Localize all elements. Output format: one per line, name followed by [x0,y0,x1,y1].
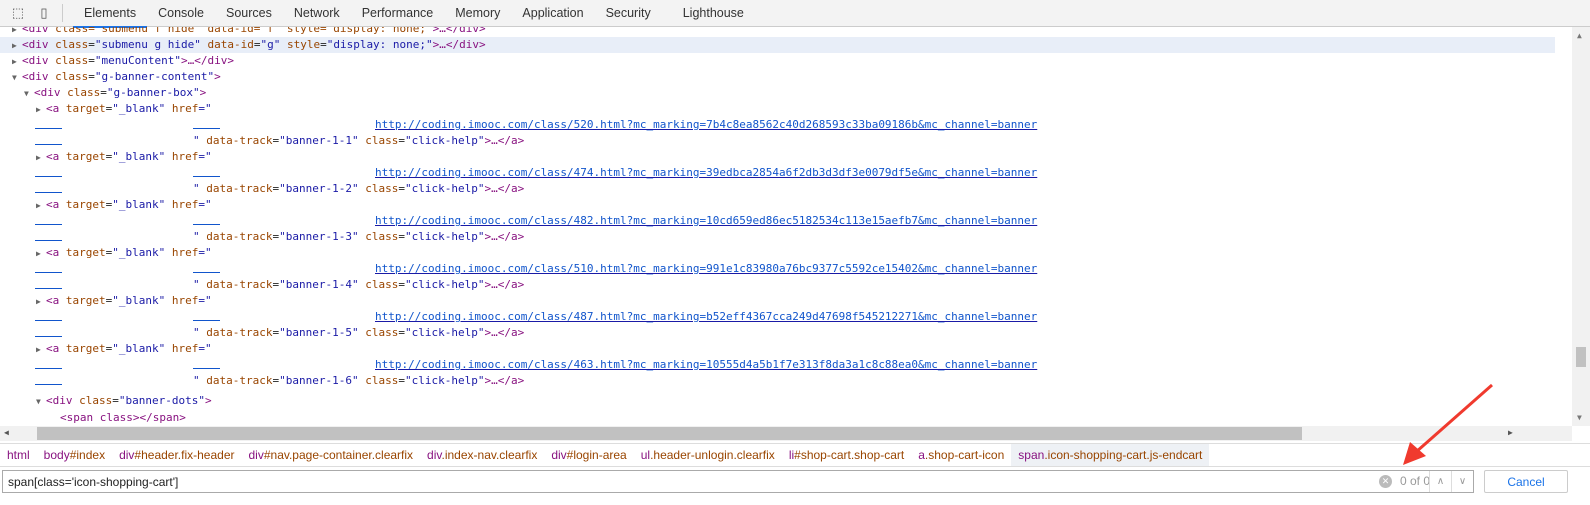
divider [62,4,63,22]
breadcrumb-item[interactable]: span.icon-shopping-cart.js-endcart [1011,444,1210,466]
horizontal-scrollbar[interactable]: ◀ ▶ [0,426,1572,441]
expand-triangle-icon[interactable]: ▶ [36,150,46,166]
breadcrumb-item[interactable]: div#nav.page-container.clearfix [242,444,421,466]
collapse-triangle-icon[interactable]: ▼ [12,70,22,86]
scroll-left-icon[interactable]: ◀ [4,428,9,437]
href-link[interactable]: http://coding.imooc.com/class/482.html?m… [375,213,1037,229]
breadcrumb-item[interactable]: a.shop-cart-icon [911,444,1011,466]
dom-node-submenu-f[interactable]: ▶ <div class="submenu f hide" data-id="f"… [12,27,486,37]
expand-triangle-icon[interactable]: ▶ [36,342,46,358]
href-link[interactable]: http://coding.imooc.com/class/510.html?m… [375,261,1037,277]
breadcrumb-item[interactable]: li#shop-cart.shop-cart [782,444,911,466]
tab-lighthouse[interactable]: Lighthouse [672,0,755,27]
expand-triangle-icon[interactable]: ▶ [12,54,22,70]
dom-node-anchor[interactable]: ▶ <a target="_blank" href=" [36,293,212,309]
href-link[interactable]: http://coding.imooc.com/class/463.html?m… [375,357,1037,373]
tab-elements[interactable]: Elements [73,0,148,28]
expand-triangle-icon[interactable]: ▶ [12,38,22,54]
scroll-up-icon[interactable]: ▲ [1577,31,1582,40]
expand-triangle-icon[interactable]: ▶ [36,246,46,262]
dom-node-menucontent[interactable]: ▶ <div class="menuContent">…</div> [12,53,234,69]
tab-sources[interactable]: Sources [215,0,283,27]
dom-node-g-banner-box[interactable]: ▼ <div class="g-banner-box"> [24,85,206,101]
dom-node-anchor[interactable]: ▶ <a target="_blank" href=" [36,101,212,117]
next-match-button[interactable]: ∨ [1451,471,1473,492]
clear-search-icon[interactable]: ✕ [1379,475,1392,488]
search-input[interactable] [3,471,1363,492]
scroll-right-icon[interactable]: ▶ [1508,428,1513,437]
tab-application[interactable]: Application [511,0,594,27]
tab-security[interactable]: Security [595,0,662,27]
breadcrumb-item[interactable]: ul.header-unlogin.clearfix [634,444,782,466]
devtools-toolbar: ⬚ ▯ Elements Console Sources Network Per… [0,0,1590,28]
breadcrumb: html body#index div#header.fix-header div#n… [0,443,1590,467]
expand-triangle-icon[interactable]: ▶ [36,198,46,214]
dom-node-g-banner-content[interactable]: ▼ <div class="g-banner-content"> [12,69,221,85]
vertical-scrollbar[interactable]: ▲ ▼ [1572,27,1590,426]
collapse-triangle-icon[interactable]: ▼ [24,86,34,102]
dom-node-anchor[interactable]: ▶ <a target="_blank" href=" [36,197,212,213]
dom-node-anchor[interactable]: ▶ <a target="_blank" href=" [36,245,212,261]
dom-node-submenu-g[interactable]: ▶ <div class="submenu g hide" data-id="g"… [0,37,1555,53]
tab-console[interactable]: Console [147,0,215,27]
dom-tree[interactable]: ▶ <div class="submenu f hide" data-id="f"… [0,27,1555,426]
expand-triangle-icon[interactable]: ▶ [36,102,46,118]
collapse-triangle-icon[interactable]: ▼ [36,394,46,410]
search-bar: ✕ 0 of 0 ∧ ∨ [2,470,1474,493]
href-link[interactable]: http://coding.imooc.com/class/520.html?m… [375,117,1037,133]
tab-network[interactable]: Network [283,0,351,27]
horizontal-scroll-thumb[interactable] [37,427,1302,440]
dom-node-anchor[interactable]: ▶ <a target="_blank" href=" [36,149,212,165]
cancel-button[interactable]: Cancel [1484,470,1568,493]
vertical-scroll-thumb[interactable] [1576,347,1586,367]
href-link[interactable]: http://coding.imooc.com/class/474.html?m… [375,165,1037,181]
annotation-arrow-icon [1403,383,1493,465]
expand-triangle-icon[interactable]: ▶ [36,294,46,310]
inspect-icon[interactable]: ⬚ [10,5,26,21]
scroll-down-icon[interactable]: ▼ [1577,413,1582,422]
dom-node-anchor[interactable]: ▶ <a target="_blank" href=" [36,341,212,357]
breadcrumb-item[interactable]: html [0,444,37,466]
previous-match-button[interactable]: ∧ [1429,471,1451,492]
match-count: 0 of 0 [1400,474,1431,488]
tab-memory[interactable]: Memory [444,0,511,27]
breadcrumb-item[interactable]: body#index [37,444,112,466]
dom-node-span[interactable]: <span class></span> [60,410,186,426]
device-toolbar-icon[interactable]: ▯ [36,5,52,21]
breadcrumb-item[interactable]: div.index-nav.clearfix [420,444,544,466]
dom-node-banner-dots[interactable]: ▼ <div class="banner-dots"> [36,393,212,409]
breadcrumb-item[interactable]: div#login-area [544,444,633,466]
breadcrumb-item[interactable]: div#header.fix-header [112,444,241,466]
tab-performance[interactable]: Performance [351,0,445,27]
href-link[interactable]: http://coding.imooc.com/class/487.html?m… [375,309,1037,325]
